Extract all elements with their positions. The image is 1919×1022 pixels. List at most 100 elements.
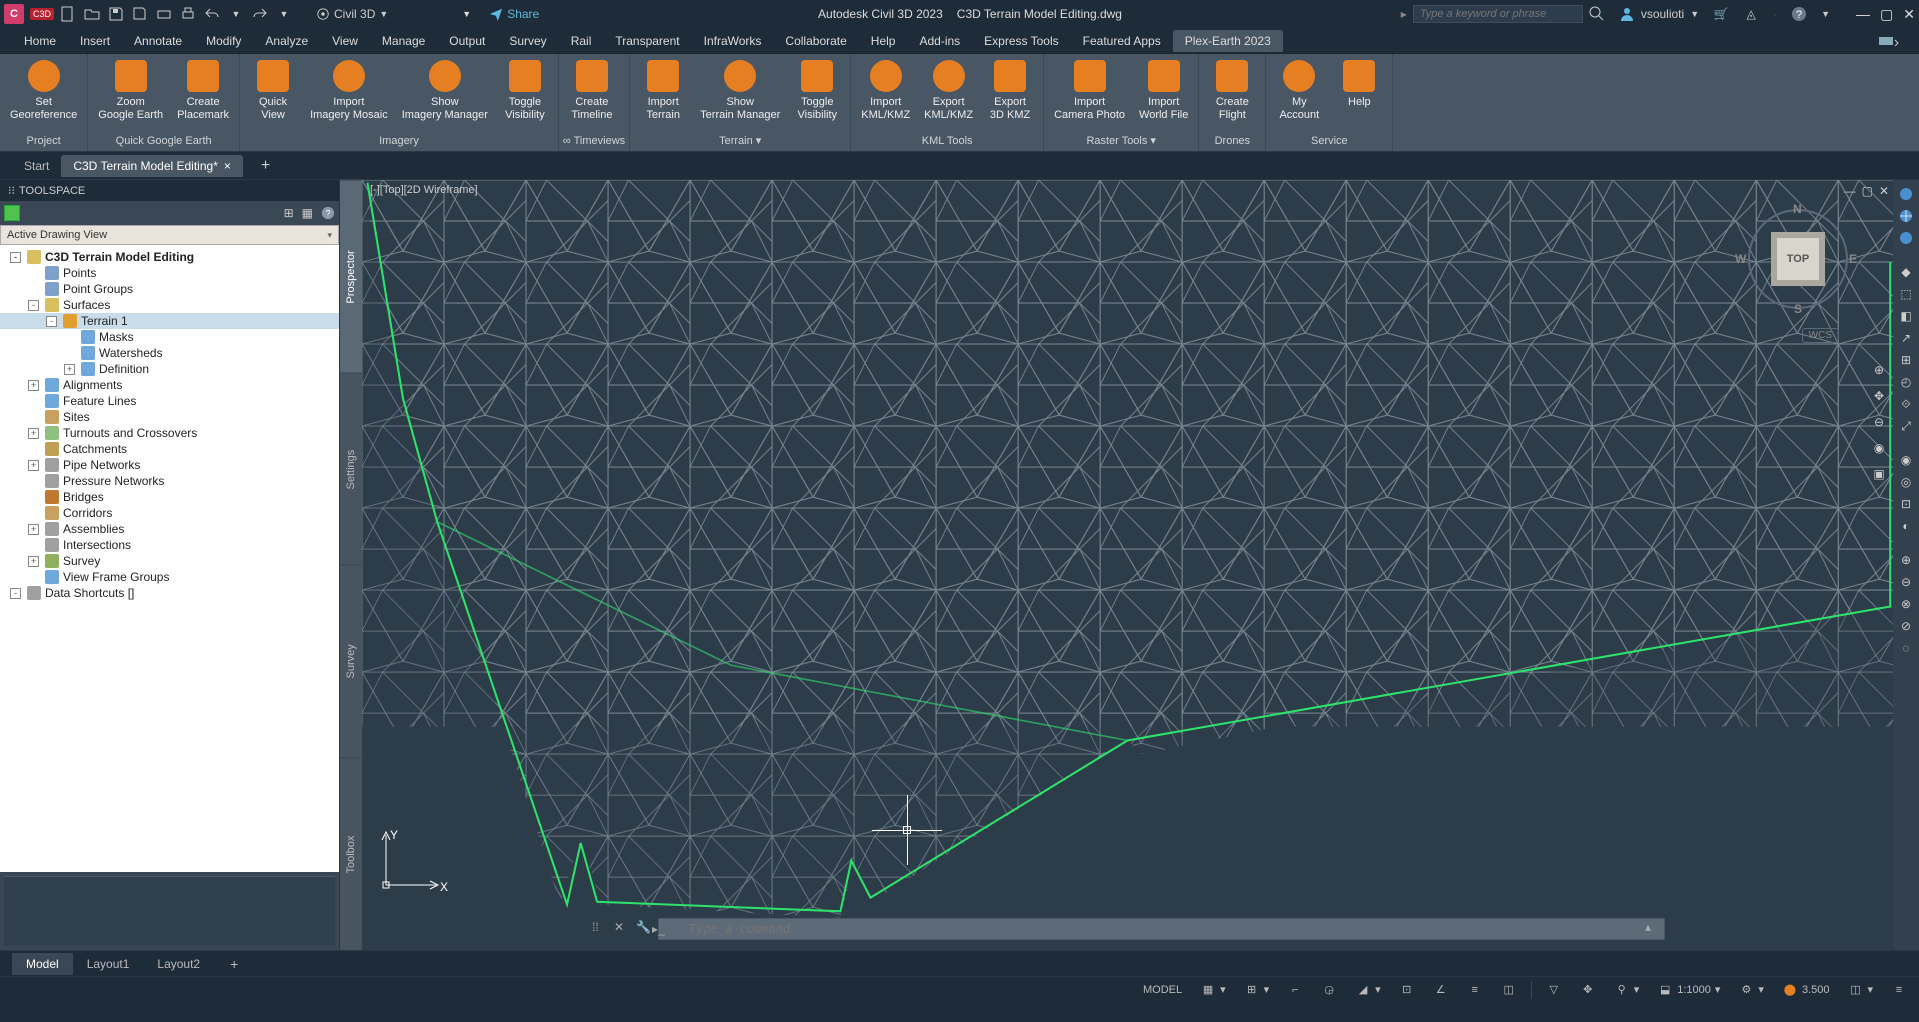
ribbon-tab-transparent[interactable]: Transparent — [603, 30, 691, 52]
tool-icon[interactable]: ⊖ — [1896, 572, 1916, 592]
layout-tab-layout1[interactable]: Layout1 — [73, 953, 144, 975]
command-input[interactable] — [658, 918, 1665, 940]
tree-node[interactable]: -Data Shortcuts [] — [0, 585, 339, 601]
maximize-icon[interactable]: ▢ — [1880, 6, 1893, 23]
new-icon[interactable] — [60, 6, 76, 22]
workspace-icon[interactable]: ✥ — [1576, 980, 1600, 1000]
ribbon-button-toggle-visibility[interactable]: ToggleVisibility — [788, 56, 846, 123]
tree-node[interactable]: Pressure Networks — [0, 473, 339, 489]
globe3-icon[interactable] — [1896, 228, 1916, 248]
ribbon-button-export-3d-kmz[interactable]: Export3D KMZ — [981, 56, 1039, 123]
collapse-icon[interactable]: - — [46, 316, 57, 327]
globe2-icon[interactable] — [1896, 206, 1916, 226]
tool-icon[interactable]: ⊞ — [1896, 350, 1916, 370]
ribbon-button-import-camera-photo[interactable]: ImportCamera Photo — [1048, 56, 1131, 123]
ribbon-button-import-imagery-mosaic[interactable]: ImportImagery Mosaic — [304, 56, 394, 123]
document-tab[interactable]: C3D Terrain Model Editing*× — [61, 155, 243, 177]
osnap-icon[interactable]: ⊡ — [1395, 980, 1419, 1000]
ribbon-options-icon[interactable] — [1879, 35, 1899, 47]
collapse-icon[interactable]: ⁝⁝ — [8, 184, 15, 197]
search-icon[interactable] — [1589, 6, 1605, 22]
customization-icon[interactable]: ≡ — [1887, 980, 1911, 1000]
snap-icon[interactable]: ⊞▾ — [1240, 980, 1274, 1000]
ribbon-tab-featured-apps[interactable]: Featured Apps — [1071, 30, 1173, 52]
tool-icon[interactable]: ⟐ — [1896, 394, 1916, 414]
toolspace-tab-prospector[interactable]: Prospector — [340, 180, 362, 373]
gear-icon[interactable]: ⚙▾ — [1734, 980, 1768, 1000]
tool-icon[interactable]: ⊕ — [1896, 550, 1916, 570]
ribbon-tab-infraworks[interactable]: InfraWorks — [692, 30, 774, 52]
tree-node[interactable]: Watersheds — [0, 345, 339, 361]
cart-icon[interactable]: 🛒 — [1713, 6, 1729, 22]
ribbon-tab-manage[interactable]: Manage — [370, 30, 437, 52]
tree-node[interactable]: +Alignments — [0, 377, 339, 393]
navbar-orbit-icon[interactable]: ◉ — [1869, 438, 1889, 458]
globe1-icon[interactable] — [1896, 184, 1916, 204]
viewcube-compass[interactable] — [1748, 209, 1848, 309]
tool-icon[interactable]: ◐ — [1896, 516, 1916, 536]
tool-icon[interactable]: ⊘ — [1896, 616, 1916, 636]
ribbon-button-export-kml-kmz[interactable]: ExportKML/KMZ — [918, 56, 979, 123]
navbar-wheel-icon[interactable]: ⊕ — [1869, 360, 1889, 380]
tree-node[interactable]: -Surfaces — [0, 297, 339, 313]
tool-icon[interactable]: ◌ — [1896, 638, 1916, 658]
cmdline-close-icon[interactable]: ✕ — [614, 920, 632, 938]
ribbon-tab-analyze[interactable]: Analyze — [253, 30, 320, 52]
search-input[interactable] — [1413, 5, 1583, 23]
ribbon-button-import-world-file[interactable]: ImportWorld File — [1133, 56, 1194, 123]
navbar-zoom-icon[interactable]: ⊖ — [1869, 412, 1889, 432]
tree-node[interactable]: +Survey — [0, 553, 339, 569]
ribbon-button-import-kml-kmz[interactable]: ImportKML/KMZ — [855, 56, 916, 123]
ortho-icon[interactable]: ⌐ — [1283, 980, 1307, 1000]
infocenter-arrow-icon[interactable]: ▸ — [1401, 7, 1407, 21]
toolspace-tab-toolbox[interactable]: Toolbox — [340, 758, 362, 951]
drawing-view-select[interactable]: Active Drawing View ▾ — [0, 225, 339, 245]
add-document-button[interactable]: + — [253, 155, 278, 177]
open-icon[interactable] — [84, 6, 100, 22]
wcs-indicator[interactable]: WCS — [1802, 328, 1839, 343]
document-tab[interactable]: Start — [12, 155, 61, 177]
active-drawing-icon[interactable] — [4, 205, 20, 221]
navbar-pan-icon[interactable]: ✥ — [1869, 386, 1889, 406]
tree-node[interactable]: -Terrain 1 — [0, 313, 339, 329]
print-icon[interactable] — [180, 6, 196, 22]
plot-icon[interactable] — [156, 6, 172, 22]
ribbon-button-show-imagery-manager[interactable]: ShowImagery Manager — [396, 56, 494, 123]
help-icon[interactable]: ? — [321, 206, 335, 220]
toolspace-tab-settings[interactable]: Settings — [340, 373, 362, 566]
expand-icon[interactable]: + — [28, 380, 39, 391]
tree-node[interactable]: Catchments — [0, 441, 339, 457]
layout-tab-model[interactable]: Model — [12, 953, 73, 975]
tree-node[interactable]: +Pipe Networks — [0, 457, 339, 473]
tool-icon[interactable]: ⬚ — [1896, 284, 1916, 304]
ribbon-button-import-terrain[interactable]: ImportTerrain — [634, 56, 692, 123]
ribbon-button-toggle-visibility[interactable]: ToggleVisibility — [496, 56, 554, 123]
tree-node[interactable]: -C3D Terrain Model Editing — [0, 249, 339, 265]
cmdline-history-icon[interactable]: ▴ — [1645, 920, 1663, 938]
tool-icon[interactable]: ◉ — [1896, 450, 1916, 470]
viewport-label[interactable]: [-][Top][2D Wireframe] — [370, 184, 478, 196]
ribbon-tab-insert[interactable]: Insert — [68, 30, 122, 52]
saveas-icon[interactable] — [132, 6, 148, 22]
polar-icon[interactable]: ◶ — [1317, 980, 1341, 1000]
share-button[interactable]: Share — [489, 7, 539, 21]
add-layout-button[interactable]: + — [220, 954, 248, 974]
decimal-button[interactable]: ⬤3.500 — [1778, 980, 1834, 1000]
ribbon-tab-add-ins[interactable]: Add-ins — [907, 30, 972, 52]
tree-node[interactable]: +Turnouts and Crossovers — [0, 425, 339, 441]
lineweight-icon[interactable]: ≡ — [1463, 980, 1487, 1000]
app-logo[interactable]: C — [4, 4, 24, 24]
layout-tab-layout2[interactable]: Layout2 — [143, 953, 214, 975]
isodraft-icon[interactable]: ◢▾ — [1351, 980, 1385, 1000]
close-tab-icon[interactable]: × — [224, 159, 231, 173]
collapse-icon[interactable]: - — [10, 588, 21, 599]
tree-node[interactable]: View Frame Groups — [0, 569, 339, 585]
ribbon-button-set-georeference[interactable]: SetGeoreference — [4, 56, 83, 123]
expand-icon[interactable]: + — [28, 524, 39, 535]
tool-icon[interactable]: ⊗ — [1896, 594, 1916, 614]
tool-icon[interactable]: ↗ — [1896, 328, 1916, 348]
toolspace-tab-survey[interactable]: Survey — [340, 565, 362, 758]
ribbon-button-create-placemark[interactable]: CreatePlacemark — [171, 56, 235, 123]
ribbon-tab-express-tools[interactable]: Express Tools — [972, 30, 1070, 52]
chevron-down-icon[interactable]: ▼ — [1821, 9, 1830, 19]
